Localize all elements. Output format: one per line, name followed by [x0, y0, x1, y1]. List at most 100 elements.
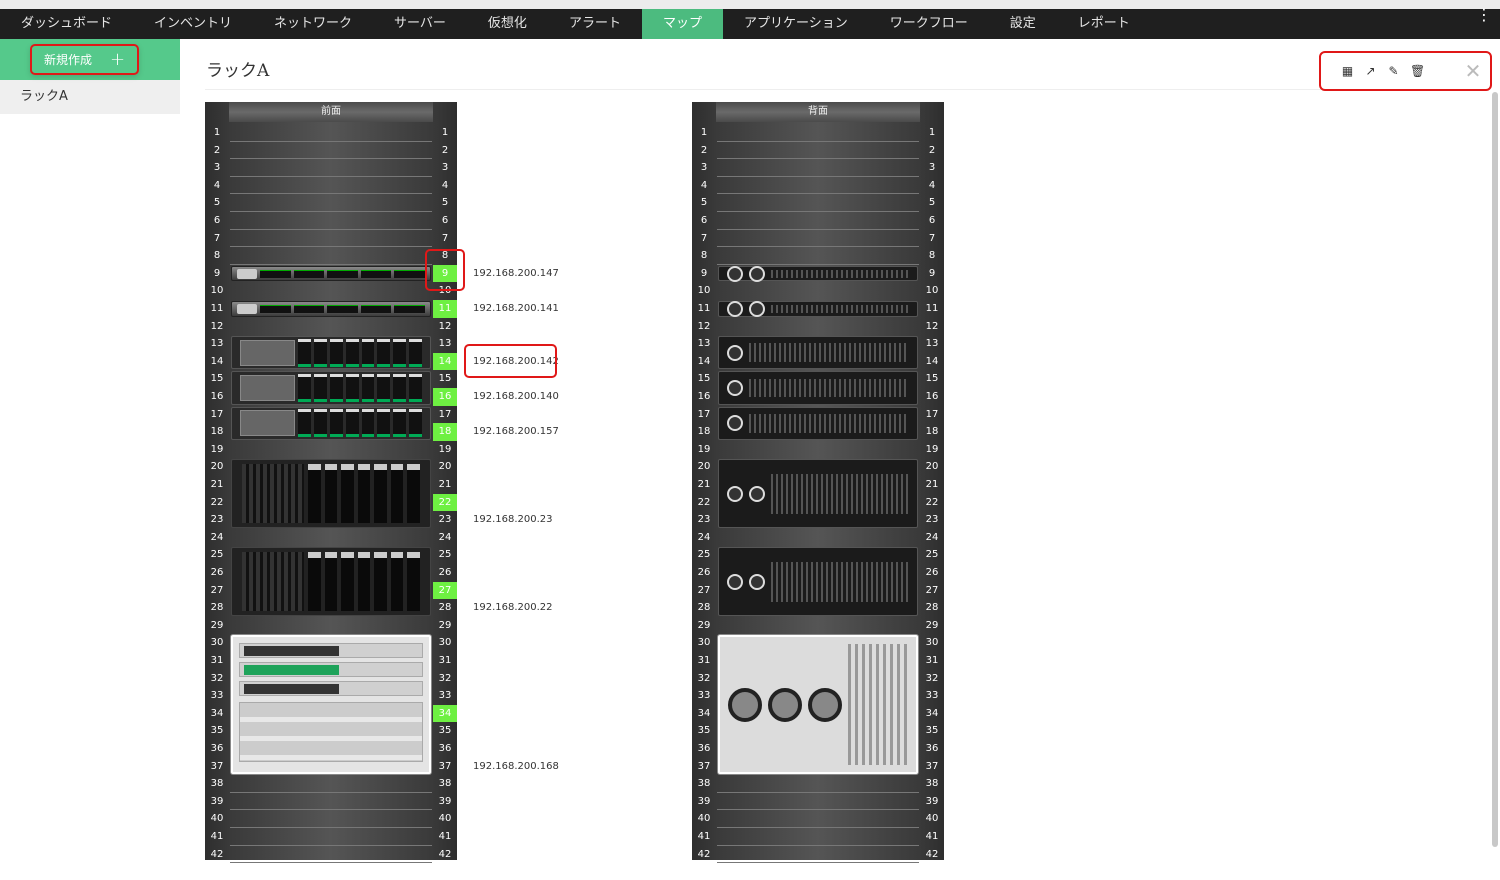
unit-number-right: 35 — [925, 725, 939, 737]
device-ip-label[interactable]: 192.168.200.141 — [473, 300, 559, 318]
unit-divider — [230, 263, 432, 265]
rack-label: 背面 — [716, 102, 920, 122]
unit-number-left: 24 — [697, 531, 711, 543]
unit-number-right: 39 — [925, 795, 939, 807]
unit-number-left: 2 — [700, 144, 708, 156]
unit-number-right: 16 — [925, 391, 939, 402]
rack-device[interactable] — [231, 406, 431, 440]
nav-item[interactable]: サーバー — [373, 9, 467, 39]
new-button[interactable]: 新規作成 + — [30, 44, 139, 75]
unit-number-right: 9 — [928, 267, 936, 279]
vertical-ellipsis-icon[interactable]: ⋮ — [1476, 0, 1492, 30]
nav-item[interactable]: ネットワーク — [253, 9, 373, 39]
lcd-panel — [240, 410, 295, 437]
rack-device[interactable] — [231, 371, 431, 405]
nav-item[interactable]: マップ — [641, 9, 723, 39]
trash-icon[interactable]: 🗑 — [1410, 64, 1425, 78]
rack-device[interactable] — [718, 459, 918, 528]
unit-number-left: 8 — [213, 250, 221, 262]
nav-item[interactable]: アプリケーション — [723, 9, 869, 39]
fan-icon — [768, 687, 802, 722]
unit-number-left: 3 — [213, 162, 221, 174]
fan-icon — [749, 485, 765, 502]
rack-device[interactable] — [718, 336, 918, 370]
unit-number-right: 6 — [441, 215, 449, 226]
disk-slot — [407, 552, 421, 611]
rack-device[interactable] — [718, 265, 918, 282]
drive-bay — [360, 304, 392, 313]
disk-slot — [329, 338, 343, 367]
rack-device[interactable] — [231, 547, 431, 616]
unit-number-right: 38 — [438, 778, 452, 790]
nav-item[interactable]: レポート — [1057, 9, 1151, 39]
unit-number-right: 3 — [928, 162, 936, 174]
unit-number-right: 40 — [925, 813, 939, 825]
unit-number-left: 20 — [697, 461, 711, 473]
unit-number-right: 40 — [438, 813, 452, 825]
unit-number-right: 28 — [438, 602, 452, 614]
browser-strip — [0, 0, 1500, 9]
device-ip-label[interactable]: 192.168.200.147 — [473, 265, 559, 283]
disk-slot — [393, 338, 407, 367]
unit-number-right: 33 — [925, 690, 939, 702]
disk-slot — [357, 552, 371, 611]
nav-item[interactable]: 設定 — [989, 9, 1057, 39]
rack-device[interactable] — [718, 300, 918, 317]
nav-item[interactable]: ワークフロー — [869, 9, 989, 39]
device-ip-label[interactable]: 192.168.200.168 — [473, 758, 559, 776]
unit-number-right: 38 — [925, 778, 939, 790]
unit-number-left: 33 — [210, 690, 224, 702]
fan-icon — [749, 573, 765, 590]
device-ip-label[interactable]: 192.168.200.157 — [473, 423, 559, 441]
nav-item[interactable]: ダッシュボード — [0, 9, 133, 39]
plus-icon: + — [109, 49, 126, 70]
unit-number-left: 36 — [210, 743, 224, 754]
fan-icon — [749, 300, 765, 317]
disk-slot — [298, 409, 311, 438]
rack-device[interactable] — [231, 301, 431, 317]
disk-slot — [361, 373, 375, 402]
rack-device[interactable] — [718, 635, 918, 775]
edit-icon[interactable]: ✎ — [1387, 64, 1400, 78]
unit-number-right: 41 — [438, 831, 452, 842]
rack-device[interactable] — [231, 635, 431, 775]
unit-number-left: 14 — [697, 355, 711, 367]
sidebar: 新規作成 + ラックA — [0, 39, 180, 880]
unit-number-left: 39 — [210, 795, 224, 807]
unit-number-right: 25 — [438, 549, 452, 561]
disk-slot — [409, 338, 422, 367]
rack-device[interactable] — [231, 336, 431, 370]
rack-device[interactable] — [718, 547, 918, 616]
unit-number-right: 13 — [438, 338, 452, 350]
expand-arrow-icon[interactable]: ↗ — [1364, 64, 1377, 78]
nav-item[interactable]: 仮想化 — [467, 9, 548, 39]
disk-slot — [377, 373, 391, 402]
device-ip-label[interactable]: 192.168.200.22 — [473, 599, 553, 617]
grid-icon[interactable]: ▦ — [1341, 64, 1354, 78]
disk-slot — [407, 464, 421, 523]
close-icon[interactable]: ✕ — [1463, 59, 1483, 83]
unit-number-left: 21 — [210, 479, 224, 490]
unit-number-left: 16 — [697, 391, 711, 402]
unit-number-right: 22 — [433, 493, 457, 512]
unit-number-right: 19 — [438, 443, 452, 455]
unit-number-left: 2 — [213, 144, 221, 156]
vent-grill — [771, 561, 909, 602]
device-ip-label[interactable]: 192.168.200.23 — [473, 511, 553, 529]
unit-number-right: 12 — [925, 320, 939, 332]
device-ip-label[interactable]: 192.168.200.140 — [473, 388, 559, 406]
nav-item[interactable]: アラート — [548, 9, 642, 39]
unit-number-left: 5 — [213, 197, 221, 209]
disk-slot — [374, 552, 387, 611]
rack-device[interactable] — [718, 406, 918, 440]
unit-number-left: 25 — [210, 549, 224, 561]
rack-device[interactable] — [231, 265, 431, 282]
nav-item[interactable]: インベントリ — [133, 9, 253, 39]
unit-number-right: 32 — [925, 672, 939, 684]
fan-icon — [727, 265, 743, 282]
rack-toolbar: ▦ ↗ ✎ 🗑 ✕ — [1319, 51, 1492, 91]
scrollbar[interactable] — [1492, 92, 1498, 847]
rack-device[interactable] — [231, 459, 431, 528]
sidebar-item-rack-a[interactable]: ラックA — [0, 80, 180, 114]
rack-device[interactable] — [718, 371, 918, 405]
